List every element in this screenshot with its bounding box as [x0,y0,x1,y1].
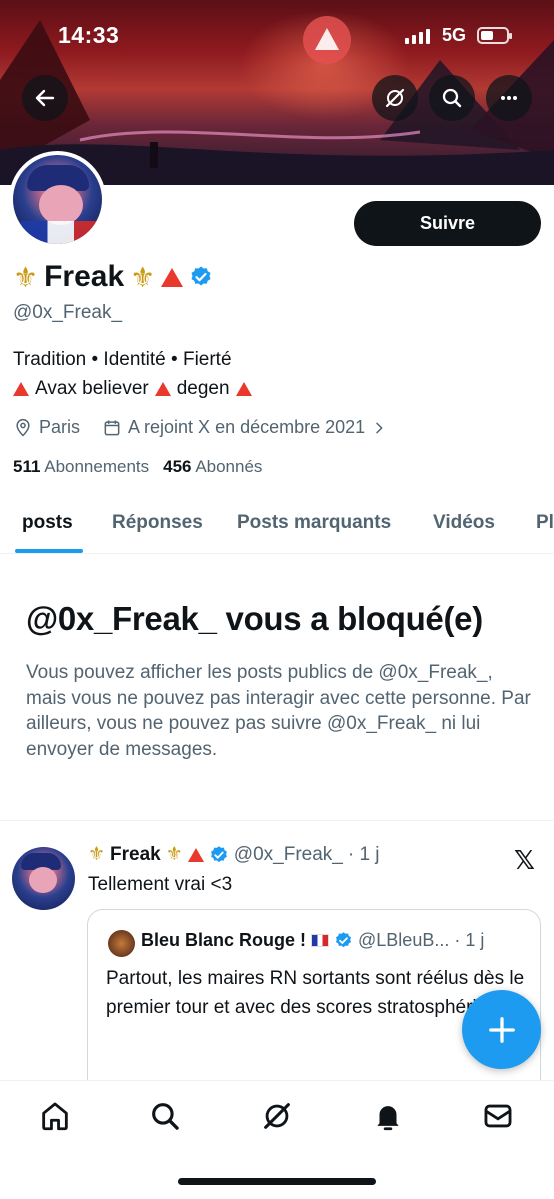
signal-icon [405,29,430,44]
bio-text: Avax believer [35,378,149,399]
following-count: 511 [13,457,41,476]
profile-name: Freak [44,260,125,293]
grok-icon [385,88,405,108]
back-button[interactable] [22,75,68,121]
following-link[interactable]: 511 Abonnements [13,457,149,477]
french-flag-icon [311,934,330,947]
tab-posts[interactable]: posts [22,512,73,534]
more-button[interactable] [486,75,532,121]
avax-triangle-icon [161,267,184,287]
followers-count: 456 [163,457,192,476]
profile-name-row: ⚜ Freak ⚜ [13,260,213,294]
plus-icon [488,1016,515,1043]
tab-more[interactable]: Pl [536,512,554,534]
fleur-de-lys-icon: ⚜ [88,844,106,865]
search-icon [442,88,462,108]
quote-handle: @LBleuB... [358,930,450,950]
bio-text: degen [176,378,230,399]
bio-line-2: Avax believer degen [13,378,252,400]
more-icon [501,96,517,100]
profile-tabs: posts Réponses Posts marquants Vidéos Pl [0,490,554,554]
post-time[interactable]: · 1 j [348,844,380,866]
notifications-icon[interactable] [371,1099,405,1133]
tab-replies[interactable]: Réponses [112,512,203,534]
post-avatar[interactable] [12,847,75,910]
blocked-title: @0x_Freak_ vous a bloqué(e) [26,600,483,637]
quote-time: · 1 j [454,930,485,950]
location-icon [16,418,30,437]
following-label: Abonnements [44,457,150,476]
chevron-right-icon[interactable] [371,420,387,436]
quote-author: Bleu Blanc Rouge ! [141,930,307,950]
verified-badge-icon[interactable] [189,265,213,289]
tab-videos[interactable]: Vidéos [433,512,495,534]
verified-badge-icon [210,845,227,862]
messages-icon[interactable] [481,1099,515,1133]
calendar-icon [104,420,120,435]
post-header: ⚜ Freak ⚜ @0x_Freak_ · 1 j [88,843,380,866]
fleur-de-lys-icon: ⚜ [130,261,156,293]
profile-handle: @0x_Freak_ [13,302,123,323]
avax-triangle-icon [13,382,29,396]
post-text: Tellement vrai <3 [88,874,233,895]
divider [0,820,554,821]
profile-avatar[interactable] [9,151,106,248]
fleur-de-lys-icon: ⚜ [165,844,183,865]
blocked-description: Vous pouvez afficher les posts publics d… [26,662,531,760]
bio-line-1: Tradition • Identité • Fierté [13,349,232,370]
avax-triangle-icon [235,382,252,396]
search-button[interactable] [429,75,475,121]
follow-counts: 511 Abonnements 456 Abonnés [13,457,262,477]
status-time: 14:33 [58,22,120,48]
followers-label: Abonnés [195,457,263,476]
x-logo-icon: 𝕏 [514,845,535,875]
follow-button[interactable]: Suivre [354,201,541,246]
post-handle[interactable]: @0x_Freak_ [234,844,343,866]
search-icon[interactable] [148,1099,182,1133]
status-bar: 14:33 5G [0,0,554,72]
grok-icon[interactable] [260,1099,294,1133]
profile-meta: Paris A rejoint X en décembre 2021 [13,417,387,438]
avax-triangle-icon [187,847,204,862]
home-indicator [178,1178,376,1185]
active-tab-indicator [15,549,83,553]
post-author[interactable]: Freak [110,844,161,866]
location-text: Paris [39,417,81,437]
home-icon[interactable] [38,1099,72,1133]
tab-highlights[interactable]: Posts marquants [237,512,391,534]
grok-button[interactable] [372,75,418,121]
avax-triangle-icon [154,382,171,396]
quote-avatar [108,930,135,957]
battery-icon [477,27,512,44]
network-label: 5G [442,25,467,45]
back-arrow-icon [35,89,55,107]
followers-link[interactable]: 456 Abonnés [163,457,262,477]
fleur-de-lys-icon: ⚜ [13,261,39,293]
joined-text[interactable]: A rejoint X en décembre 2021 [128,417,365,438]
quote-header: Bleu Blanc Rouge ! @LBleuB... · 1 j [141,930,484,951]
compose-button[interactable] [462,990,541,1069]
verified-badge-icon [335,932,352,948]
quote-text: Partout, les maires RN sortants sont réé… [106,968,525,1018]
